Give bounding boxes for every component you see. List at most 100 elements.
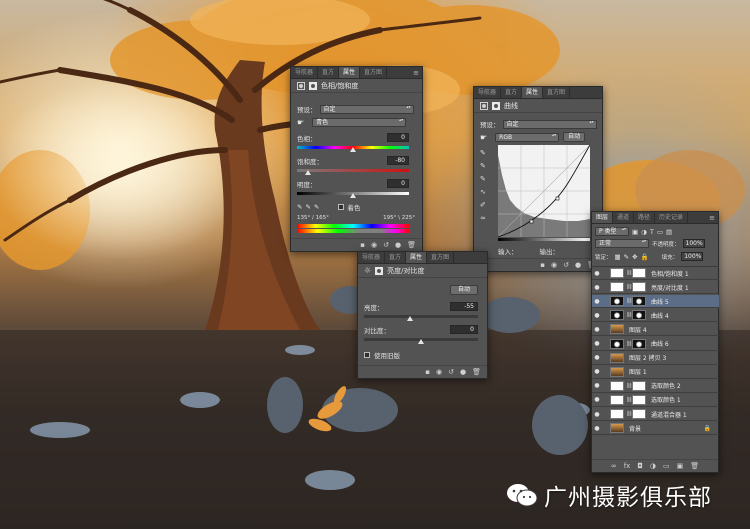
tab-histogram[interactable]: 直方图 bbox=[427, 252, 455, 263]
use-legacy-checkbox[interactable] bbox=[364, 352, 370, 358]
layer-visibility-eye-icon[interactable]: ● bbox=[592, 425, 602, 432]
layer-row[interactable]: ● 图层 1 bbox=[592, 366, 719, 379]
fill-input[interactable]: 100% bbox=[681, 252, 704, 261]
delete-icon[interactable]: 🗑 bbox=[407, 239, 416, 252]
link-layers-icon[interactable]: ∞ bbox=[611, 460, 617, 473]
mask-icon[interactable] bbox=[375, 266, 384, 275]
colorize-checkbox[interactable] bbox=[338, 204, 345, 210]
visibility-icon[interactable]: ● bbox=[460, 366, 466, 379]
layer-mask-thumbnail[interactable] bbox=[632, 268, 646, 278]
layer-row[interactable]: ● ⛓ 曲线 6 bbox=[592, 338, 719, 351]
layer-mask-thumbnail[interactable] bbox=[632, 310, 646, 321]
layer-visibility-eye-icon[interactable]: ● bbox=[592, 411, 602, 418]
filter-pixel-icon[interactable]: ▣ bbox=[632, 228, 638, 236]
brightness-value-input[interactable]: -55 bbox=[450, 302, 478, 311]
panel-menu-icon[interactable]: ≡ bbox=[709, 212, 715, 224]
saturation-slider-thumb[interactable] bbox=[305, 170, 311, 175]
filter-adjustment-icon[interactable]: ◑ bbox=[641, 228, 647, 236]
layer-visibility-eye-icon[interactable]: ● bbox=[592, 396, 602, 403]
curve-point-tool-icon[interactable]: ∿ bbox=[480, 188, 486, 196]
layer-filter-dropdown[interactable]: P 类型 bbox=[595, 227, 629, 236]
lightness-slider-thumb[interactable] bbox=[350, 193, 356, 198]
layer-mask-thumbnail[interactable] bbox=[632, 394, 646, 405]
eyedropper-black-icon[interactable]: ✎ bbox=[480, 149, 486, 157]
clip-to-layer-icon[interactable]: ▪ bbox=[360, 239, 365, 252]
filter-type-icon[interactable]: T bbox=[650, 228, 654, 236]
filter-smart-object-icon[interactable]: ▤ bbox=[666, 228, 672, 236]
layer-visibility-eye-icon[interactable]: ● bbox=[592, 312, 602, 319]
layer-row[interactable]: ● ⛓ 色相/饱和度 1 bbox=[592, 267, 719, 280]
curves-graph[interactable] bbox=[498, 145, 590, 237]
layer-mask-thumbnail[interactable] bbox=[632, 282, 646, 293]
contrast-slider-thumb[interactable] bbox=[418, 339, 424, 344]
layer-visibility-eye-icon[interactable]: ● bbox=[592, 298, 602, 305]
layer-row[interactable]: ● ⛓ 曲线 4 bbox=[592, 309, 719, 323]
delete-icon[interactable]: 🗑 bbox=[472, 366, 481, 379]
lock-image-icon[interactable]: ✎ bbox=[624, 253, 629, 261]
layer-row[interactable]: ● ⛓ 曲线 5 bbox=[592, 295, 719, 309]
hand-tool-icon[interactable]: ☛ bbox=[480, 133, 487, 142]
lock-all-icon[interactable]: 🔒 bbox=[641, 253, 649, 261]
saturation-value-input[interactable]: -80 bbox=[387, 156, 409, 165]
eyedropper-gray-icon[interactable]: ✎ bbox=[480, 162, 486, 170]
filter-shape-icon[interactable]: ▭ bbox=[657, 228, 663, 236]
lightness-value-input[interactable]: 0 bbox=[387, 179, 409, 188]
layer-row[interactable]: ● ⛓ 亮度/对比度 1 bbox=[592, 281, 719, 295]
layer-row[interactable]: ● 图层 2 拷贝 3 bbox=[592, 352, 719, 365]
hue-range-bar-bottom[interactable] bbox=[297, 229, 409, 233]
eyedropper-plus-icon[interactable]: ✎ bbox=[305, 203, 310, 211]
layer-row[interactable]: ● 图层 4 bbox=[592, 323, 719, 337]
auto-button[interactable]: 自动 bbox=[563, 132, 586, 142]
tab-paths[interactable]: 路径 bbox=[634, 212, 656, 223]
visibility-icon[interactable]: ● bbox=[575, 259, 581, 272]
view-previous-icon[interactable]: ◉ bbox=[371, 239, 377, 252]
lock-transparent-icon[interactable]: ▦ bbox=[615, 253, 621, 261]
tab-properties[interactable]: 属性 bbox=[406, 252, 428, 263]
tab-histogram-short[interactable]: 直方 bbox=[318, 67, 340, 78]
auto-button[interactable]: 自动 bbox=[450, 285, 478, 295]
tab-navigator[interactable]: 导航器 bbox=[291, 67, 319, 78]
tab-histogram-short[interactable]: 直方 bbox=[501, 87, 523, 98]
reset-icon[interactable]: ↺ bbox=[383, 239, 389, 252]
view-previous-icon[interactable]: ◉ bbox=[551, 259, 557, 272]
hue-value-input[interactable]: 0 bbox=[387, 133, 409, 142]
layer-mask-thumbnail[interactable] bbox=[632, 409, 646, 419]
tab-histogram[interactable]: 直方图 bbox=[360, 67, 388, 78]
opacity-input[interactable]: 100% bbox=[682, 239, 705, 248]
tab-navigator[interactable]: 导航器 bbox=[474, 87, 502, 98]
panel-menu-icon[interactable]: ≡ bbox=[413, 67, 419, 79]
clip-to-layer-icon[interactable]: ▪ bbox=[425, 366, 430, 379]
pencil-icon[interactable]: ✐ bbox=[480, 201, 486, 209]
hue-slider-thumb[interactable] bbox=[350, 147, 356, 152]
preset-dropdown[interactable]: 自定 bbox=[319, 104, 414, 114]
layer-mask-thumbnail[interactable] bbox=[632, 380, 646, 391]
layer-row[interactable]: ● ⛓ 选取颜色 2 bbox=[592, 380, 719, 393]
layer-visibility-eye-icon[interactable]: ● bbox=[592, 368, 602, 375]
layer-visibility-eye-icon[interactable]: ● bbox=[592, 284, 602, 291]
reset-icon[interactable]: ↺ bbox=[563, 259, 569, 272]
layer-row[interactable]: ● ⛓ 通道混合器 1 bbox=[592, 408, 719, 421]
hand-tool-icon[interactable]: ☛ bbox=[297, 118, 304, 127]
layer-row[interactable]: ● 背景 🔒 bbox=[592, 422, 719, 436]
blend-mode-dropdown[interactable]: 正常 bbox=[595, 239, 649, 248]
eyedropper-white-icon[interactable]: ✎ bbox=[480, 175, 486, 183]
layer-visibility-eye-icon[interactable]: ● bbox=[592, 340, 602, 347]
layer-mask-thumbnail[interactable] bbox=[632, 338, 646, 349]
saturation-slider-track[interactable] bbox=[297, 169, 409, 172]
lock-position-icon[interactable]: ✥ bbox=[632, 253, 637, 261]
mask-icon[interactable] bbox=[309, 81, 317, 90]
layer-visibility-eye-icon[interactable]: ● bbox=[592, 382, 602, 389]
eyedropper-minus-icon[interactable]: ✎ bbox=[314, 203, 319, 211]
layer-row[interactable]: ● ⛓ 选取颜色 1 bbox=[592, 394, 719, 407]
new-group-icon[interactable]: ▭ bbox=[663, 460, 670, 473]
preset-dropdown[interactable]: 自定 bbox=[502, 119, 597, 129]
layer-visibility-eye-icon[interactable]: ● bbox=[592, 354, 602, 361]
contrast-value-input[interactable]: 0 bbox=[450, 325, 478, 334]
tab-properties[interactable]: 属性 bbox=[339, 67, 361, 78]
tab-history[interactable]: 历史记录 bbox=[655, 212, 689, 223]
tab-layers[interactable]: 图层 bbox=[592, 212, 614, 223]
delete-layer-icon[interactable]: 🗑 bbox=[690, 460, 699, 473]
visibility-icon[interactable]: ● bbox=[395, 239, 401, 252]
smooth-icon[interactable]: ≈ bbox=[480, 214, 486, 222]
tab-histogram[interactable]: 直方图 bbox=[543, 87, 571, 98]
